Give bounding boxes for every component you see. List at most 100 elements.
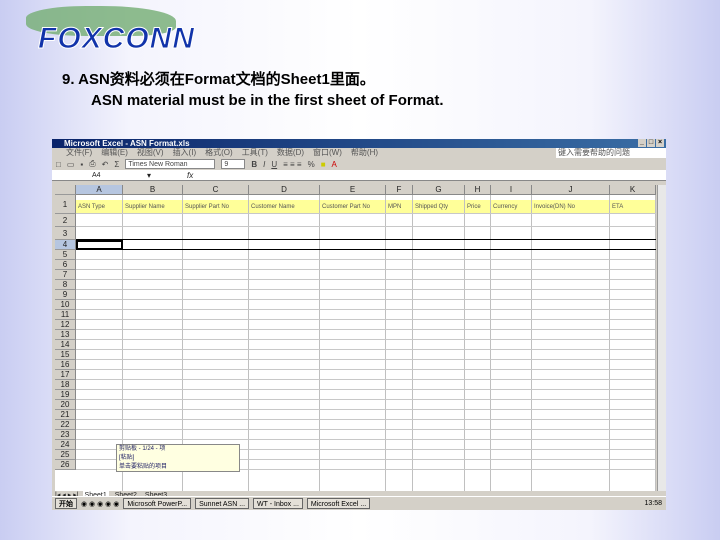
row-header[interactable]: 25 bbox=[55, 450, 76, 460]
row-header[interactable]: 2 bbox=[55, 214, 76, 227]
column-header[interactable]: B bbox=[123, 185, 183, 195]
column-header[interactable]: G bbox=[413, 185, 465, 195]
minimize-button[interactable]: _ bbox=[638, 139, 646, 147]
dropdown-icon[interactable]: ▾ bbox=[147, 171, 187, 180]
help-search-input[interactable]: 键入需要帮助的问题 bbox=[556, 148, 666, 158]
column bbox=[491, 185, 532, 491]
row-header[interactable]: 23 bbox=[55, 430, 76, 440]
menu-item[interactable]: 窗口(W) bbox=[313, 148, 342, 158]
row-header[interactable]: 9 bbox=[55, 290, 76, 300]
row-header[interactable]: 10 bbox=[55, 300, 76, 310]
start-button[interactable]: 开始 bbox=[55, 498, 77, 509]
align-icon[interactable]: ≡ ≡ ≡ bbox=[283, 160, 301, 169]
header-cell[interactable]: MPN bbox=[386, 200, 412, 214]
header-cell[interactable]: Invoice(DN) No bbox=[532, 200, 609, 214]
row-header[interactable]: 5 bbox=[55, 250, 76, 260]
active-cell[interactable] bbox=[76, 240, 123, 250]
row-header[interactable]: 1 bbox=[55, 195, 76, 214]
heading-english: ASN material must be in the first sheet … bbox=[91, 92, 444, 109]
vertical-scrollbar[interactable] bbox=[657, 185, 666, 491]
formula-bar: A4 ▾ fx bbox=[52, 170, 666, 181]
row-header[interactable]: 12 bbox=[55, 320, 76, 330]
menu-item[interactable]: 格式(O) bbox=[205, 148, 233, 158]
menu-item[interactable]: 文件(F) bbox=[66, 148, 92, 158]
row-header[interactable]: 19 bbox=[55, 390, 76, 400]
menu-item[interactable]: 插入(I) bbox=[173, 148, 197, 158]
menu-item[interactable]: 帮助(H) bbox=[351, 148, 378, 158]
column-header[interactable]: F bbox=[386, 185, 413, 195]
taskbar-item[interactable]: Sunnet ASN ... bbox=[195, 498, 250, 509]
row-header[interactable]: 4 bbox=[55, 240, 76, 250]
taskbar-item[interactable]: Microsoft PowerP... bbox=[123, 498, 192, 509]
column-header[interactable]: J bbox=[532, 185, 610, 195]
select-all-corner[interactable] bbox=[55, 185, 76, 195]
column-header[interactable]: A bbox=[76, 185, 123, 195]
row-header[interactable]: 24 bbox=[55, 440, 76, 450]
row-header[interactable]: 11 bbox=[55, 310, 76, 320]
font-select[interactable]: Times New Roman bbox=[125, 159, 216, 169]
row-header[interactable]: 14 bbox=[55, 340, 76, 350]
header-cell[interactable]: Customer Part No bbox=[320, 200, 385, 214]
row-header[interactable]: 18 bbox=[55, 380, 76, 390]
column bbox=[413, 185, 465, 491]
row-line bbox=[76, 289, 656, 290]
popup-line: [粘贴] bbox=[119, 455, 135, 461]
menu-item[interactable]: 视图(V) bbox=[137, 148, 164, 158]
header-cell[interactable]: Currency bbox=[491, 200, 531, 214]
save-icon[interactable]: ▪ bbox=[80, 160, 83, 169]
italic-button[interactable]: I bbox=[263, 160, 265, 169]
row-header[interactable]: 20 bbox=[55, 400, 76, 410]
menu-item[interactable]: 编辑(E) bbox=[101, 148, 128, 158]
quick-launch-icons[interactable]: ◉ ◉ ◉ ◉ ◉ bbox=[81, 500, 119, 508]
taskbar-item[interactable]: Microsoft Excel ... bbox=[306, 498, 371, 509]
row-header[interactable]: 15 bbox=[55, 350, 76, 360]
row-header[interactable]: 13 bbox=[55, 330, 76, 340]
taskbar-item[interactable]: WT - Inbox ... bbox=[253, 498, 303, 509]
header-cell[interactable]: Supplier Part No bbox=[183, 200, 248, 214]
row-line bbox=[76, 359, 656, 360]
underline-button[interactable]: U bbox=[271, 160, 277, 169]
row-header[interactable]: 6 bbox=[55, 260, 76, 270]
row-header[interactable]: 21 bbox=[55, 410, 76, 420]
header-cell[interactable]: Supplier Name bbox=[123, 200, 182, 214]
print-icon[interactable]: ⎙ bbox=[89, 159, 95, 169]
clipboard-popup[interactable]: 剪贴板 - 1/24 - 项 [粘贴] 单击要粘贴的项目 bbox=[116, 444, 240, 472]
column-header[interactable]: E bbox=[320, 185, 386, 195]
row-header[interactable]: 16 bbox=[55, 360, 76, 370]
row-header[interactable]: 22 bbox=[55, 420, 76, 430]
column-header[interactable]: I bbox=[491, 185, 532, 195]
font-color-icon[interactable]: A bbox=[332, 160, 337, 169]
row-header[interactable]: 17 bbox=[55, 370, 76, 380]
toolbar: □ ▭ ▪ ⎙ ↶ Σ Times New Roman 9 B I U ≡ ≡ ≡% ■ A bbox=[52, 158, 666, 170]
close-button[interactable]: × bbox=[656, 139, 664, 147]
header-cell[interactable]: Price bbox=[465, 200, 490, 214]
row-header[interactable]: 3 bbox=[55, 227, 76, 240]
fill-color-icon[interactable]: ■ bbox=[321, 160, 326, 169]
bold-button[interactable]: B bbox=[251, 160, 257, 169]
open-icon[interactable]: ▭ bbox=[67, 160, 75, 169]
header-cell[interactable]: Shipped Qty bbox=[413, 200, 464, 214]
column-header[interactable]: H bbox=[465, 185, 491, 195]
sum-icon[interactable]: Σ bbox=[114, 160, 119, 169]
header-cell[interactable]: Customer Name bbox=[249, 200, 319, 214]
name-box[interactable]: A4 bbox=[52, 172, 147, 179]
font-size-select[interactable]: 9 bbox=[221, 159, 246, 169]
menu-item[interactable]: 数据(D) bbox=[277, 148, 304, 158]
row-header[interactable]: 26 bbox=[55, 460, 76, 470]
row-header[interactable]: 8 bbox=[55, 280, 76, 290]
new-icon[interactable]: □ bbox=[56, 160, 61, 169]
menu-item[interactable]: 工具(T) bbox=[242, 148, 268, 158]
maximize-button[interactable]: □ bbox=[647, 139, 655, 147]
undo-icon[interactable]: ↶ bbox=[102, 160, 109, 169]
row-header[interactable]: 7 bbox=[55, 270, 76, 280]
column-header[interactable]: D bbox=[249, 185, 320, 195]
column-header[interactable]: K bbox=[610, 185, 656, 195]
column-header[interactable]: C bbox=[183, 185, 249, 195]
header-cell[interactable]: ETA bbox=[610, 200, 655, 214]
header-cell[interactable]: ASN Type bbox=[76, 200, 122, 214]
popup-line: 剪贴板 - 1/24 - 项 bbox=[119, 446, 166, 452]
row-line bbox=[76, 299, 656, 300]
percent-icon[interactable]: % bbox=[308, 160, 315, 169]
row-line bbox=[76, 279, 656, 280]
row-line bbox=[76, 309, 656, 310]
